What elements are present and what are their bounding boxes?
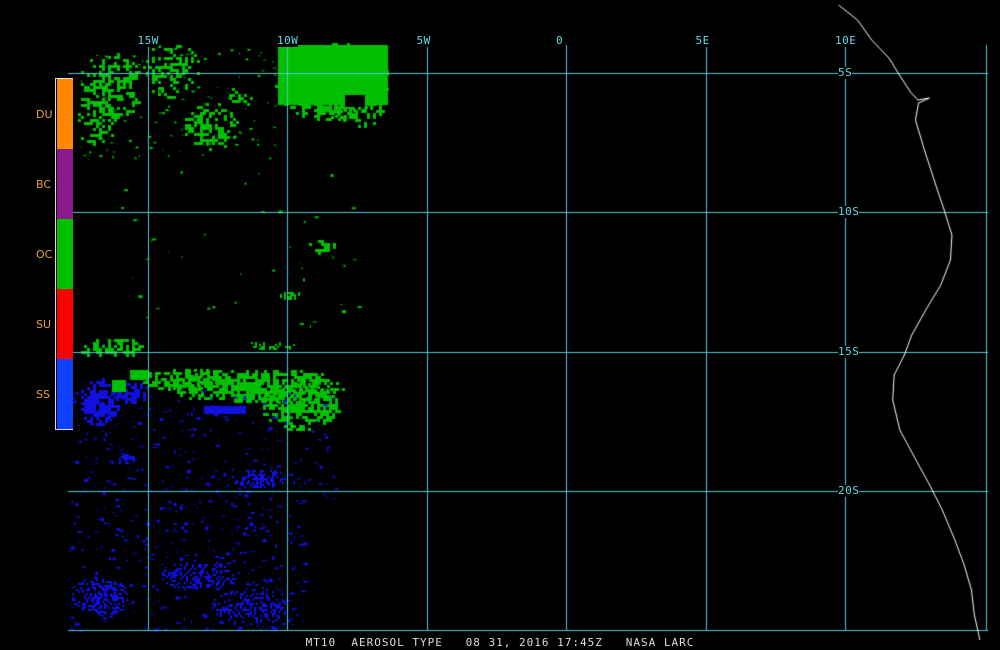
legend-swatch-bc xyxy=(57,149,73,219)
legend-swatch-ss xyxy=(57,359,73,429)
longitude-label: 0 xyxy=(556,34,564,47)
image-caption: MT10 AEROSOL TYPE 08 31, 2016 17:45Z NAS… xyxy=(305,636,695,649)
longitude-label: 5E xyxy=(695,34,710,47)
latitude-label: 15S xyxy=(838,344,860,358)
legend-label-oc: OC xyxy=(36,248,53,261)
longitude-label: 10E xyxy=(835,34,857,47)
longitude-label: 5W xyxy=(416,34,431,47)
longitude-label: 15W xyxy=(137,34,159,47)
legend-swatch-su xyxy=(57,289,73,359)
legend-label-du: DU xyxy=(36,108,53,121)
aerosol-legend xyxy=(55,78,73,430)
legend-swatch-oc xyxy=(57,219,73,289)
legend-label-bc: BC xyxy=(36,178,52,191)
latitude-label: 10S xyxy=(838,205,860,219)
legend-label-ss: SS xyxy=(36,388,50,401)
aerosol-map xyxy=(0,0,1000,650)
latitude-label: 20S xyxy=(838,483,860,497)
latitude-label: 5S xyxy=(838,66,853,79)
longitude-label: 10W xyxy=(277,34,299,47)
legend-swatch-du xyxy=(57,79,73,149)
legend-label-su: SU xyxy=(36,318,52,331)
